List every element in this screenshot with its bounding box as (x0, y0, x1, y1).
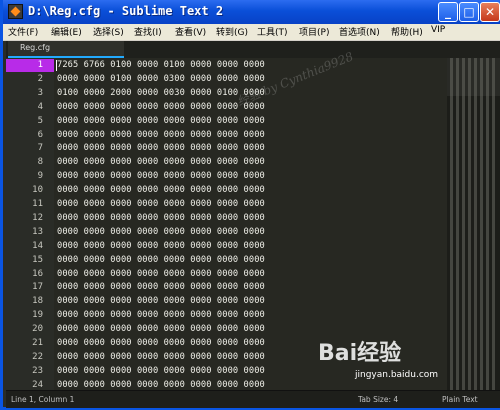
code-line[interactable]: 0000 0000 0000 0000 0000 0000 0000 0000 (57, 337, 265, 350)
code-line[interactable]: 0000 0000 0000 0000 0000 0000 0000 0000 (57, 170, 265, 183)
line-number: 23 (32, 365, 43, 376)
code-line[interactable]: 7265 6766 0100 0000 0100 0000 0000 0000 (57, 59, 265, 72)
status-bar: Line 1, Column 1 Tab Size: 4 Plain Text (6, 390, 500, 408)
status-tab-size[interactable]: Tab Size: 4 (358, 395, 398, 404)
minimize-button[interactable]: _ (438, 2, 458, 22)
status-cursor-position: Line 1, Column 1 (11, 395, 75, 404)
minimap-code-stripe (480, 58, 483, 390)
line-number: 15 (32, 254, 43, 265)
line-number: 7 (37, 143, 43, 154)
code-line[interactable]: 0000 0000 0000 0000 0000 0000 0000 0000 (57, 142, 265, 155)
minimap-code-stripe (474, 58, 477, 390)
code-line[interactable]: 0000 0000 0000 0000 0000 0000 0000 0000 (57, 115, 265, 128)
sublime-app-icon (8, 4, 23, 19)
code-line[interactable]: 0000 0000 0000 0000 0000 0000 0000 0000 (57, 309, 265, 322)
code-line[interactable]: 0000 0000 0000 0000 0000 0000 0000 0000 (57, 323, 265, 336)
menu-bar: 文件(F) 编辑(E) 选择(S) 查找(I) 查看(V) 转到(G) 工具(T) 项目(P)… (3, 24, 500, 41)
line-number: 3 (37, 87, 43, 98)
line-number: 21 (32, 338, 43, 348)
menu-item-0[interactable]: 文件(F) (8, 25, 38, 38)
line-number: 2 (37, 73, 43, 84)
line-number: 4 (37, 101, 43, 112)
code-line[interactable]: 0000 0000 0000 0000 0000 0000 0000 0000 (57, 129, 265, 142)
code-line[interactable]: 0000 0000 0000 0000 0000 0000 0000 0000 (57, 240, 265, 253)
code-line[interactable]: 0000 0000 0000 0000 0000 0000 0000 0000 (57, 268, 265, 281)
maximize-button[interactable]: □ (459, 2, 479, 22)
status-syntax[interactable]: Plain Text (442, 395, 478, 404)
tab-bar: Reg.cfg (6, 41, 500, 58)
close-button[interactable]: ✕ (480, 2, 500, 22)
line-number: 19 (32, 310, 43, 321)
minimap-code-stripe (492, 58, 495, 390)
menu-item-2[interactable]: 选择(S) (93, 25, 124, 38)
line-number: 22 (32, 351, 43, 362)
code-line[interactable]: 0000 0000 0000 0000 0000 0000 0000 0000 (57, 295, 265, 308)
menu-item-3[interactable]: 查找(I) (134, 25, 162, 38)
minimap-code-stripe (450, 58, 453, 390)
window-title: D:\Reg.cfg - Sublime Text 2 (28, 4, 224, 18)
code-line[interactable]: 0000 0000 0000 0000 0000 0000 0000 0000 (57, 156, 265, 169)
menu-item-4[interactable]: 查看(V) (175, 25, 206, 38)
line-number: 18 (32, 296, 43, 307)
code-line[interactable]: 0000 0000 0000 0000 0000 0000 0000 0000 (57, 198, 265, 211)
code-line[interactable]: 0000 0000 0000 0000 0000 0000 0000 0000 (57, 226, 265, 239)
line-number: 11 (32, 199, 43, 209)
minimap-code-stripe (456, 58, 459, 390)
menu-item-5[interactable]: 转到(G) (216, 25, 248, 38)
line-number: 17 (32, 282, 43, 293)
minimap[interactable] (447, 58, 500, 390)
menu-item-10[interactable]: VIP (431, 25, 445, 35)
line-number: 8 (37, 157, 43, 168)
code-line[interactable]: 0000 0000 0000 0000 0000 0000 0000 0000 (57, 379, 265, 390)
line-number: 10 (32, 185, 43, 196)
code-line[interactable]: 0000 0000 0000 0000 0000 0000 0000 0000 (57, 365, 265, 378)
minimap-code-stripe (462, 58, 465, 390)
line-number: 12 (32, 212, 43, 223)
tab-label: Reg.cfg (20, 43, 51, 52)
code-line[interactable]: 0000 0000 0000 0000 0000 0000 0000 0000 (57, 351, 265, 364)
tab-reg-cfg[interactable]: Reg.cfg (8, 41, 124, 58)
line-number: 1 (6, 59, 54, 72)
menu-item-6[interactable]: 工具(T) (257, 25, 288, 38)
code-line[interactable]: 0000 0000 0000 0000 0000 0000 0000 0000 (57, 184, 265, 197)
line-number: 16 (32, 268, 43, 279)
line-number: 9 (37, 171, 43, 182)
baidu-url: jingyan.baidu.com (355, 370, 439, 380)
minimap-code-stripe (486, 58, 489, 390)
sublime-window: D:\Reg.cfg - Sublime Text 2 _ □ ✕ 文件(F) 编… (0, 0, 500, 410)
line-number-gutter: 1 2 3 4 5 6 7 8 9 10 11 12 13 14 15 16 17 18 19 20 21 22 23 24 (6, 58, 54, 390)
line-number: 14 (32, 240, 43, 251)
menu-item-9[interactable]: 帮助(H) (391, 25, 423, 38)
menu-item-7[interactable]: 项目(P) (299, 25, 329, 38)
title-bar[interactable]: D:\Reg.cfg - Sublime Text 2 _ □ ✕ (3, 0, 500, 24)
line-number: 20 (32, 324, 43, 335)
baidu-logo-text: Bai经验 (318, 341, 402, 366)
menu-item-1[interactable]: 编辑(E) (51, 25, 82, 38)
code-line[interactable]: 0000 0000 0000 0000 0000 0000 0000 0000 (57, 101, 265, 114)
line-number: 6 (37, 129, 43, 140)
code-line[interactable]: 0000 0000 0100 0000 0300 0000 0000 0000 (57, 73, 265, 86)
line-number: 13 (32, 226, 43, 237)
code-line[interactable]: 0000 0000 0000 0000 0000 0000 0000 0000 (57, 212, 265, 225)
minimap-code-stripe (468, 58, 471, 390)
code-line[interactable]: 0000 0000 0000 0000 0000 0000 0000 0000 (57, 281, 265, 294)
code-line[interactable]: 0000 0000 0000 0000 0000 0000 0000 0000 (57, 254, 265, 267)
line-number: 5 (37, 115, 43, 126)
menu-item-8[interactable]: 首选项(N) (339, 25, 380, 38)
